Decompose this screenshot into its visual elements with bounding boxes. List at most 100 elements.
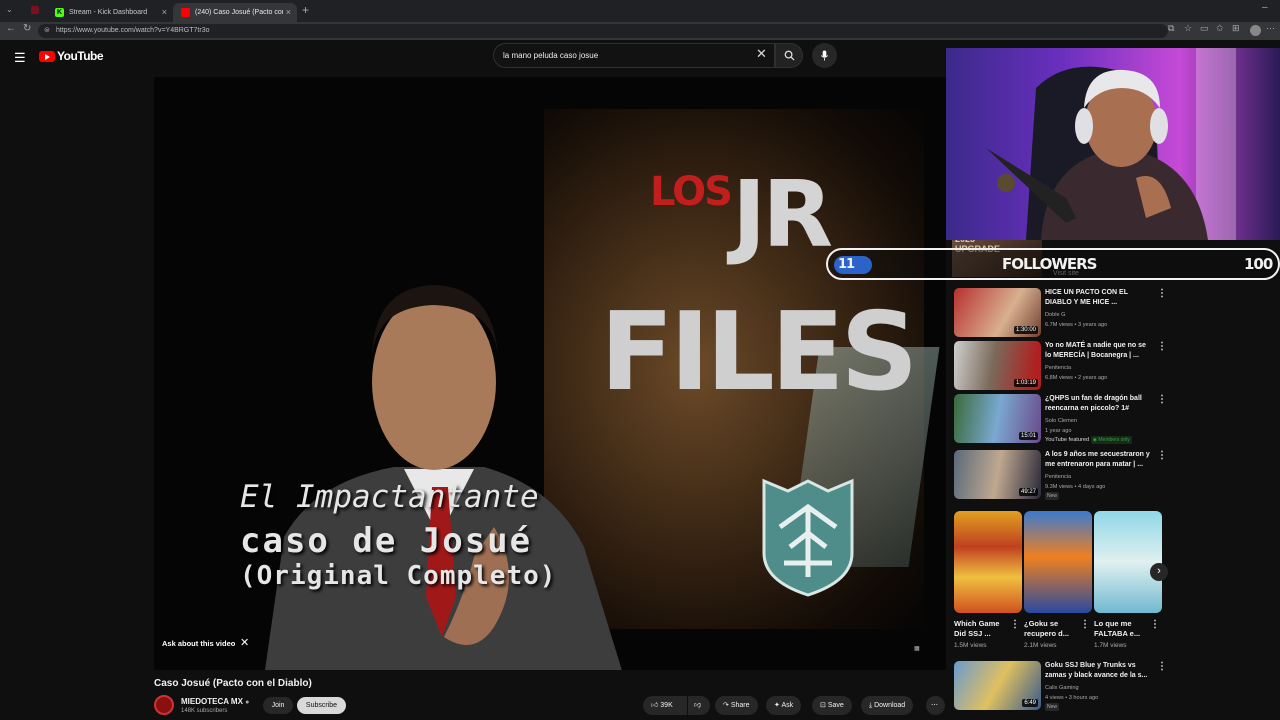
recommendation-channel[interactable]: Penitencia: [1045, 474, 1071, 480]
recommendation-item[interactable]: 1:30:00 HICE UN PACTO CON EL DIABLO Y ME…: [954, 288, 1167, 338]
subscribe-button[interactable]: Subscribe: [297, 697, 346, 714]
channel-avatar[interactable]: [154, 695, 174, 715]
favorites-icon[interactable]: ✩: [1216, 23, 1224, 34]
pinned-tab-icon[interactable]: [31, 6, 39, 14]
bookmark-star-icon[interactable]: ☆: [1184, 23, 1192, 34]
video-title: Caso Josué (Pacto con el Diablo): [154, 678, 312, 689]
dislike-button[interactable]: 👎︎: [688, 696, 710, 715]
featured-label: YouTube featured: [1045, 437, 1090, 443]
tab-kick-dashboard[interactable]: K Stream - Kick Dashboard ×: [47, 3, 173, 22]
shorts-next-button[interactable]: ›: [1150, 563, 1168, 581]
tab-label: (240) Caso Josué (Pacto con el Dia: [195, 9, 283, 16]
like-count: 39K: [660, 702, 673, 709]
recommendation-item[interactable]: 15:01 ¿QHPS un fan de dragón ball reenca…: [954, 394, 1167, 444]
ask-about-video-label[interactable]: Ask about this video: [162, 639, 235, 648]
recommendation-thumbnail[interactable]: 6:49: [954, 661, 1041, 710]
download-button[interactable]: ⤓ Download: [861, 696, 914, 715]
new-tab-icon[interactable]: +: [302, 3, 309, 17]
close-icon[interactable]: ✕: [240, 636, 249, 649]
video-subtitle-line-3: (Original Completo): [240, 561, 557, 591]
new-badge: New: [1045, 492, 1060, 500]
short-title[interactable]: ¿Goku se recupero d...: [1024, 619, 1080, 639]
tab-list-icon[interactable]: ⌄: [6, 5, 13, 14]
save-label: Save: [827, 702, 844, 709]
close-icon[interactable]: ×: [162, 3, 167, 22]
recommendation-thumbnail[interactable]: 1:30:00: [954, 288, 1041, 337]
split-view-icon[interactable]: ▭: [1200, 23, 1209, 34]
webcam-scene: [986, 48, 1236, 240]
short-title[interactable]: Lo que me FALTABA e...: [1094, 619, 1150, 639]
youtube-logo-text[interactable]: YouTube: [57, 49, 104, 63]
followers-current-count: 11: [834, 256, 872, 274]
recommendation-item[interactable]: 49:27 A los 9 años me secuestraron y me …: [954, 450, 1167, 500]
recommendation-channel[interactable]: Solo Clemen: [1045, 418, 1077, 424]
short-views: 1.7M views: [1094, 642, 1127, 649]
youtube-logo-icon[interactable]: [39, 51, 55, 62]
profile-avatar[interactable]: [1250, 25, 1261, 36]
recommendation-item[interactable]: 1:03:19 Yo no MATÉ a nadie que no se lo …: [954, 341, 1167, 391]
download-icon: ⤓: [869, 702, 873, 709]
url-field[interactable]: ⊜ https://www.youtube.com/watch?v=Y4BRGT…: [38, 24, 1168, 38]
more-options-icon[interactable]: ⋮: [1157, 341, 1167, 352]
recommendation-title[interactable]: Goku SSJ Blue y Trunks vs zamas y black …: [1045, 661, 1151, 680]
recommendation-badges: New: [1045, 492, 1060, 500]
short-thumbnail[interactable]: [1094, 511, 1162, 613]
more-options-icon[interactable]: ⋮: [1080, 619, 1090, 630]
ask-label: Ask: [781, 702, 794, 709]
tab-label: Stream - Kick Dashboard: [69, 9, 148, 16]
tab-youtube-video[interactable]: (240) Caso Josué (Pacto con el Dia ×: [173, 3, 297, 22]
short-thumbnail[interactable]: [954, 511, 1022, 613]
url-text: https://www.youtube.com/watch?v=Y4BRGT7t…: [56, 27, 210, 34]
thumbs-up-icon: 👍︎: [651, 702, 659, 709]
recommendation-item[interactable]: 6:49 Goku SSJ Blue y Trunks vs zamas y b…: [954, 661, 1167, 711]
microphone-icon: [820, 50, 829, 61]
more-options-icon[interactable]: ⋮: [1157, 661, 1167, 672]
close-icon[interactable]: ×: [286, 3, 291, 22]
search-button[interactable]: [775, 43, 803, 68]
recommendation-thumbnail[interactable]: 49:27: [954, 450, 1041, 499]
join-button[interactable]: Join: [263, 697, 293, 714]
more-actions-button[interactable]: ⋯: [926, 696, 945, 715]
more-menu-icon[interactable]: ⋯: [1266, 23, 1275, 34]
recommendation-channel[interactable]: Calix Gaming: [1045, 685, 1079, 691]
more-options-icon[interactable]: ⋮: [1157, 450, 1167, 461]
short-thumbnail[interactable]: [1024, 511, 1092, 613]
recommendation-channel[interactable]: Doble G: [1045, 312, 1066, 318]
more-options-icon[interactable]: ⋮: [1157, 288, 1167, 299]
address-bar: ← ↻ ⊜ https://www.youtube.com/watch?v=Y4…: [0, 22, 1280, 40]
share-button[interactable]: ↷ Share: [715, 696, 758, 715]
recommendation-meta: 4 views • 3 hours ago: [1045, 695, 1099, 701]
video-player[interactable]: LOS JR FILES El Impactantante caso de Jo…: [154, 77, 946, 670]
short-title[interactable]: Which Game Did SSJ ...: [954, 619, 1010, 639]
site-info-icon[interactable]: ⊜: [44, 24, 50, 38]
recommendation-title[interactable]: HICE UN PACTO CON EL DIABLO Y ME HICE ..…: [1045, 288, 1151, 307]
minimize-icon[interactable]: –: [1262, 2, 1268, 13]
voice-search-button[interactable]: [812, 43, 837, 68]
followers-label: FOLLOWERS: [1002, 255, 1097, 273]
like-button[interactable]: 👍︎ 39K: [643, 696, 687, 715]
save-button[interactable]: ⊡ Save: [812, 696, 852, 715]
search-input[interactable]: la mano peluda caso josue: [493, 43, 775, 68]
channel-name-text: MIEDOTECA MX: [181, 697, 243, 706]
recommendation-title[interactable]: Yo no MATÉ a nadie que no se lo MERECÍA …: [1045, 341, 1151, 360]
clear-search-icon[interactable]: ✕: [756, 46, 767, 62]
extensions-icon[interactable]: ⧉: [1168, 23, 1174, 34]
channel-watermark-icon[interactable]: ▦: [914, 645, 920, 652]
collections-icon[interactable]: ⊞: [1232, 23, 1240, 34]
back-icon[interactable]: ←: [6, 23, 16, 34]
recommendation-channel[interactable]: Penitencia: [1045, 365, 1071, 371]
channel-name[interactable]: MIEDOTECA MX ●: [181, 697, 249, 706]
followers-goal-count: 100: [1244, 255, 1273, 273]
recommendation-thumbnail[interactable]: 1:03:19: [954, 341, 1041, 390]
more-options-icon[interactable]: ⋮: [1157, 394, 1167, 405]
recommendation-title[interactable]: ¿QHPS un fan de dragón ball reencarna en…: [1045, 394, 1151, 413]
more-options-icon[interactable]: ⋮: [1150, 619, 1160, 630]
menu-icon[interactable]: ☰: [14, 50, 26, 66]
reload-icon[interactable]: ↻: [23, 23, 31, 34]
duration-badge: 15:01: [1018, 432, 1038, 440]
recommendation-thumbnail[interactable]: 15:01: [954, 394, 1041, 443]
ask-button[interactable]: ✦ Ask: [766, 696, 802, 715]
video-overlay-jr: JR: [732, 161, 833, 268]
recommendation-title[interactable]: A los 9 años me secuestraron y me entren…: [1045, 450, 1151, 469]
more-options-icon[interactable]: ⋮: [1010, 619, 1020, 630]
